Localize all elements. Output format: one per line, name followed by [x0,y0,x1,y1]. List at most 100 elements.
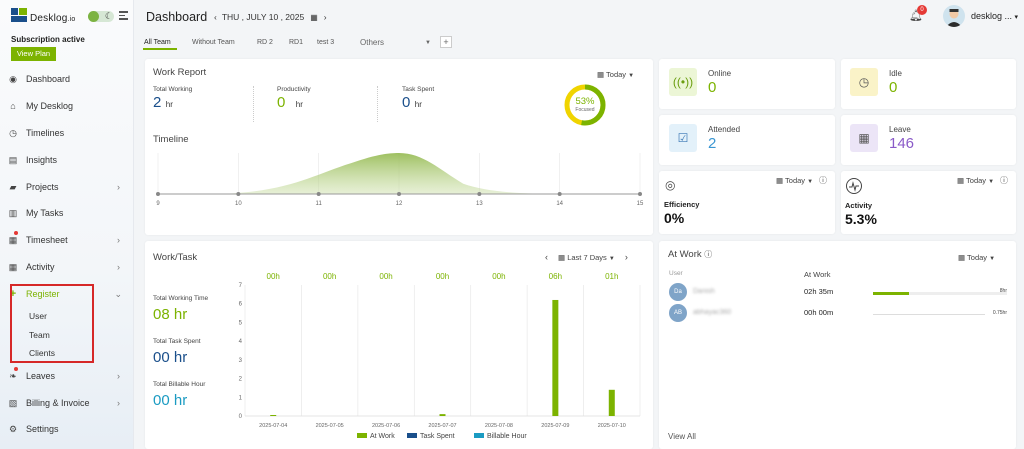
y-tick-label: 6 [239,302,243,308]
progress-bar [873,292,910,295]
timeline-point [397,192,401,196]
view-all-link[interactable]: View All [668,432,696,441]
online-label: Online [708,69,732,78]
tab-rd1[interactable]: RD1 [289,39,303,46]
bar-top-label: 06h [549,272,562,281]
date-selector[interactable]: ‹ THU , JULY 10 , 2025 ▦ › [214,12,327,22]
chevron-left-icon[interactable]: ‹ [214,12,217,22]
y-tick-label: 1 [239,395,243,401]
chevron-right-icon[interactable]: › [324,12,327,22]
work-task-bar-chart: 0 1 2 3 4 5 6 7 00h 2025-07-04 00h 2025-07-05 00h 202… [239,272,641,440]
desklog-logo[interactable] [11,8,27,22]
info-icon[interactable]: ⓘ [1000,175,1008,186]
sidebar-item-my-tasks[interactable]: ▥ My Tasks [0,200,134,226]
menu-icon[interactable] [119,11,128,20]
sidebar-item-projects[interactable]: ▰ Projects › [0,174,134,200]
register-sub-user[interactable]: User [29,311,47,321]
efficiency-range[interactable]: ▦ Today ▼ [776,176,813,185]
sidebar-item-insights[interactable]: ▤ Insights [0,147,134,173]
register-sub-clients[interactable]: Clients [29,348,55,358]
sidebar-item-settings[interactable]: ⚙ Settings [0,416,134,442]
calendar-icon: ▦ [776,176,784,185]
sidebar-item-label: Activity [26,262,55,272]
at-work-range[interactable]: ▦ Today ▼ [958,253,995,262]
bar-at-work [608,389,615,416]
register-sub-team[interactable]: Team [29,330,50,340]
sidebar-item-activity[interactable]: ▦ Activity › [0,254,134,280]
tab-without-team[interactable]: Without Team [192,39,235,46]
idle-label: Idle [889,69,902,78]
dashboard-icon: ◉ [9,73,17,84]
info-icon[interactable]: ⓘ [704,250,712,259]
subscription-status: Subscription active [11,35,85,44]
info-icon[interactable]: ⓘ [819,175,827,186]
add-tab-button[interactable]: + [440,36,452,48]
work-task-card: Work/Task ‹ ▦ Last 7 Days ▼ › Total Workin… [145,241,653,449]
at-work-time: 02h 35m [804,287,834,296]
efficiency-value: 0% [664,210,685,226]
online-tile[interactable]: ((•)) Online 0 [659,59,835,109]
chevron-left-icon[interactable]: ‹ [545,252,548,262]
timeline-tick-label: 11 [316,201,323,207]
x-tick-label: 2025-07-08 [485,423,513,429]
at-work-card: At Work ⓘ ▦ Today ▼ User At Work Da Dani… [659,241,1016,449]
work-report-title: Work Report [153,67,207,78]
sidebar-item-leaves[interactable]: ❧ Leaves › [0,363,134,389]
home-icon: ⌂ [10,101,16,111]
sidebar-item-dashboard[interactable]: ◉ Dashboard [0,66,134,92]
timeline-tick-label: 14 [556,201,563,207]
leave-tile[interactable]: ▦ Leave 146 [841,115,1016,165]
sidebar-item-my-desklog[interactable]: ⌂ My Desklog [0,93,134,119]
timeline-chart: 9 10 11 12 13 14 15 [156,153,644,207]
focused-gauge: 53% Focused [563,83,607,127]
leave-label: Leave [889,125,911,134]
avatar[interactable] [943,5,965,27]
calendar-icon: ▦ [850,124,878,152]
sidebar-item-billing-invoice[interactable]: ▧ Billing & Invoice › [0,390,134,416]
user-menu[interactable]: desklog ... ▾ [971,11,1018,21]
theme-toggle[interactable]: ☾ [88,11,114,22]
bar-top-label: 01h [605,272,618,281]
attended-tile[interactable]: ☑ Attended 2 [659,115,835,165]
avatar: Da [669,283,687,301]
timeline-point [236,192,241,196]
calendar-icon[interactable]: ▦ [310,13,318,22]
table-row[interactable]: AB abhayac360 00h 00m 0.75hr [659,304,1016,324]
broadcast-icon: ((•)) [669,68,697,96]
table-row[interactable]: Da Danish 02h 35m 8hr [659,283,1016,303]
idle-value: 0 [889,79,898,96]
timeline-tick-label: 10 [235,201,242,207]
timeline-point [156,192,160,196]
alert-dot [14,366,18,371]
idle-tile[interactable]: ◷ Idle 0 [841,59,1016,109]
stat-total-working: 2 hr [153,94,173,111]
bar-at-work [552,299,559,416]
stat-task-spent: 0 hr [402,94,422,111]
tab-rd2[interactable]: RD 2 [257,39,273,46]
activity-range[interactable]: ▦ Today ▼ [957,176,994,185]
sidebar-item-timesheet[interactable]: ▦ Timesheet › [0,227,134,253]
calendar-icon: ▦ [958,253,966,262]
x-tick-label: 2025-07-06 [372,423,400,429]
stat-label-productivity: Productivity [277,86,311,93]
alert-dot [14,230,18,235]
chevron-right-icon[interactable]: › [625,252,628,262]
view-plan-button[interactable]: View Plan [11,47,56,61]
notification-badge: 0 [917,5,927,15]
stat-label-task-spent: Task Spent [402,86,435,93]
timeline-point [638,192,642,196]
work-report-range[interactable]: ▦ Today ▼ [597,70,634,79]
calendar-icon: ▦ [597,70,605,79]
y-tick-label: 7 [239,283,243,289]
tab-others-dropdown[interactable]: Others ▼ [360,38,435,48]
attended-label: Attended [708,125,741,134]
user-name: abhayac360 [693,309,732,316]
legend-swatch [407,433,417,438]
sidebar-item-label: My Tasks [26,208,64,218]
sidebar-item-label: Leaves [26,371,56,381]
sidebar-item-timelines[interactable]: ◷ Timelines [0,120,134,146]
work-task-range-selector[interactable]: ‹ ▦ Last 7 Days ▼ › [545,252,628,262]
tab-all-team[interactable]: All Team [144,39,171,46]
tab-test3[interactable]: test 3 [317,39,334,46]
moon-icon: ☾ [104,11,113,21]
